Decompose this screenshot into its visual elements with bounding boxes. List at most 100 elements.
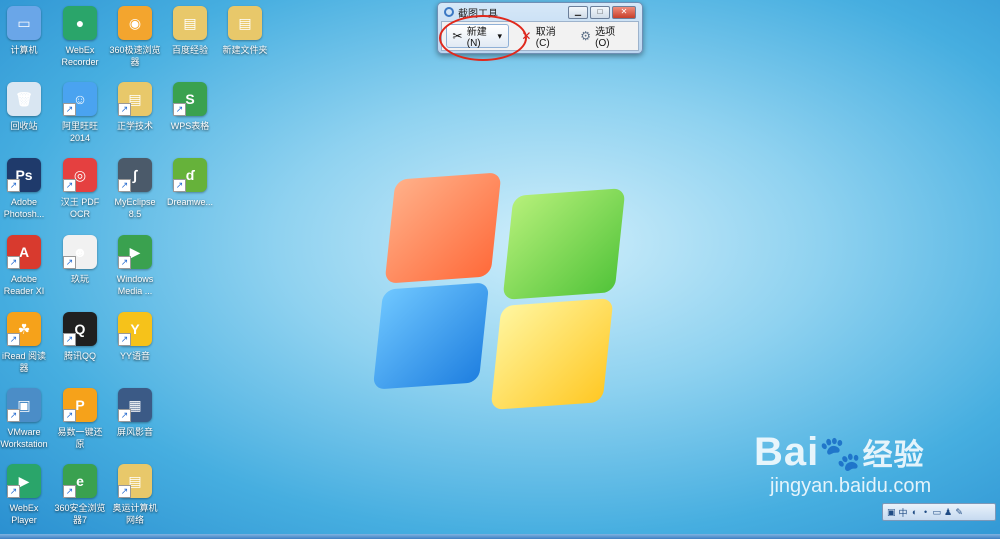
cancel-button-label: 取消(C) [535, 27, 556, 49]
windows-logo [372, 168, 632, 410]
shortcut-arrow-icon: ↗ [173, 103, 186, 116]
360-browser-desktop-item[interactable]: ◉ 360极速浏览器 [105, 0, 165, 76]
language-bar[interactable]: ▣ 中 ◐ • ▭ ♟ ✎ [882, 503, 996, 521]
desktop-item-label: 汉王 PDF OCR [60, 197, 100, 219]
desktop-item-label: Adobe Reader XI [3, 274, 45, 296]
desktop-item-label: YY语音 [119, 351, 150, 361]
myeclipse-desktop-item[interactable]: ∫ ↗ MyEclipse 8.5 [105, 152, 165, 228]
shortcut-arrow-icon: ↗ [63, 485, 76, 498]
computer-desktop-item[interactable]: ▭ 计算机 [0, 0, 54, 76]
hanwang-pdf-ocr-desktop-item[interactable]: ◎ ↗ 汉王 PDF OCR [50, 152, 110, 228]
paw-icon: 🐾 [819, 435, 863, 473]
shortcut-arrow-icon: ↗ [63, 409, 76, 422]
aliwangwang-desktop-item[interactable]: ☺ ↗ 阿里旺旺 2014 [50, 76, 110, 152]
desktop-item-label: 奥运计算机 网络 [112, 503, 158, 525]
jiuwan-desktop-item[interactable]: ☻ ↗ 玖玩 [50, 229, 110, 305]
yishu-restore-desktop-item[interactable]: P ↗ 易数一键还原 [50, 382, 110, 458]
wps-spreadsheet-desktop-item[interactable]: S ↗ WPS表格 [160, 76, 220, 152]
shortcut-arrow-icon: ↗ [63, 333, 76, 346]
webex-recorder-desktop-item[interactable]: ● WebEx Recorder [50, 0, 110, 76]
photoshop-icon: Ps ↗ [7, 158, 41, 192]
aliwangwang-icon: ☺ ↗ [63, 82, 97, 116]
folder-baidu-icon: ▤ [173, 6, 207, 40]
tray-item[interactable]: • [922, 507, 930, 517]
jiuwan-icon: ☻ ↗ [63, 235, 97, 269]
vmware-desktop-item[interactable]: ▣ ↗ VMware Workstation [0, 382, 54, 458]
shortcut-arrow-icon: ↗ [118, 409, 131, 422]
logo-pane-bottom-right [490, 298, 614, 410]
shortcut-arrow-icon: ↗ [173, 179, 186, 192]
shortcut-arrow-icon: ↗ [118, 179, 131, 192]
hanwang-pdf-ocr-icon: ◎ ↗ [63, 158, 97, 192]
folder-baidu-icon-glyph: ▤ [183, 15, 197, 31]
desktop-item-label: 腾讯QQ [63, 351, 96, 361]
desktop-item-label: WPS表格 [170, 121, 210, 131]
desktop-item-label: 易数一键还原 [57, 427, 103, 449]
yishu-restore-icon: P ↗ [63, 388, 97, 422]
webex-recorder-icon-glyph: ● [75, 15, 85, 31]
shortcut-arrow-icon: ↗ [7, 485, 20, 498]
options-button[interactable]: ⚙ 选项(O) [574, 24, 628, 49]
folder-new-icon: ▤ [228, 6, 262, 40]
360-safe-browser-icon: e ↗ [63, 464, 97, 498]
folder-network-desktop-item[interactable]: ▤ ↗ 奥运计算机 网络 [105, 458, 165, 534]
adobe-reader-desktop-item[interactable]: A ↗ Adobe Reader XI [0, 229, 54, 305]
shortcut-arrow-icon: ↗ [118, 103, 131, 116]
vmware-icon: ▣ ↗ [7, 388, 41, 422]
iread-desktop-item[interactable]: ☘ ↗ iRead 阅读器 [0, 306, 54, 382]
tray-item[interactable]: 中 [899, 506, 908, 519]
360-browser-icon: ◉ [118, 6, 152, 40]
desktop-item-label: 玖玩 [70, 274, 89, 284]
desktop-item-label: 360极速浏览器 [109, 45, 161, 67]
desktop-item-label: WebEx Recorder [61, 45, 99, 67]
dreamweaver-icon: ɗ ↗ [173, 158, 207, 192]
shortcut-arrow-icon: ↗ [118, 333, 131, 346]
shortcut-arrow-icon: ↗ [118, 256, 131, 269]
iread-icon: ☘ ↗ [7, 312, 41, 346]
folder-new-icon-glyph: ▤ [238, 15, 252, 31]
minimize-button[interactable]: ▁ [568, 6, 588, 19]
computer-icon: ▭ [7, 6, 41, 40]
webex-player-icon: ▶ ↗ [7, 464, 41, 498]
desktop-item-label: 屏风影音 [116, 427, 153, 437]
windows-media-desktop-item[interactable]: ▶ ↗ Windows Media ... [105, 229, 165, 305]
desktop-item-label: Adobe Photosh... [3, 197, 45, 219]
desktop-item-label: 新建文件夹 [222, 45, 268, 55]
photoshop-desktop-item[interactable]: Ps ↗ Adobe Photosh... [0, 152, 54, 228]
desktop-item-label: VMware Workstation [0, 427, 48, 449]
shortcut-arrow-icon: ↗ [7, 409, 20, 422]
desktop-item-label: Windows Media ... [116, 274, 154, 296]
folder-network-icon: ▤ ↗ [118, 464, 152, 498]
desktop-item-label: 正学技术 [116, 121, 153, 131]
folder-zhengxue-desktop-item[interactable]: ▤ ↗ 正学技术 [105, 76, 165, 152]
desktop: ▭ 计算机 ● WebEx Recorder ◉ 360极速浏览器 ▤ 百度经验 ▤ 新建文件夹 🗑 回… [0, 0, 1000, 539]
recycle-bin-desktop-item[interactable]: 🗑 回收站 [0, 76, 54, 152]
wps-spreadsheet-icon: S ↗ [173, 82, 207, 116]
ime-icon[interactable]: ▣ [887, 507, 896, 518]
yy-voice-desktop-item[interactable]: Y ↗ YY语音 [105, 306, 165, 382]
folder-baidu-desktop-item[interactable]: ▤ 百度经验 [160, 0, 220, 76]
tray-item[interactable]: ✎ [955, 507, 963, 518]
maximize-button[interactable]: □ [590, 6, 610, 19]
window-controls: ▁ □ ✕ [568, 6, 636, 19]
tray-item[interactable]: ♟ [944, 507, 952, 518]
tray-item[interactable]: ▭ [933, 507, 942, 518]
dreamweaver-desktop-item[interactable]: ɗ ↗ Dreamwe... [160, 152, 220, 228]
close-button[interactable]: ✕ [612, 6, 636, 19]
folder-new-desktop-item[interactable]: ▤ 新建文件夹 [215, 0, 275, 76]
logo-pane-top-left [384, 172, 502, 284]
desktop-item-label: iRead 阅读器 [1, 351, 47, 373]
shortcut-arrow-icon: ↗ [7, 179, 20, 192]
recycle-bin-icon-glyph: 🗑 [15, 91, 33, 107]
taskbar[interactable] [0, 534, 1000, 539]
desktop-item-label: 计算机 [10, 45, 38, 55]
360-safe-browser-desktop-item[interactable]: e ↗ 360安全浏览 器7 [50, 458, 110, 534]
video-player-desktop-item[interactable]: ▦ ↗ 屏风影音 [105, 382, 165, 458]
shortcut-arrow-icon: ↗ [63, 103, 76, 116]
qq-desktop-item[interactable]: Q ↗ 腾讯QQ [50, 306, 110, 382]
shortcut-arrow-icon: ↗ [7, 256, 20, 269]
webex-player-desktop-item[interactable]: ▶ ↗ WebEx Player [0, 458, 54, 534]
360-browser-icon-glyph: ◉ [128, 15, 142, 31]
webex-recorder-icon: ● [63, 6, 97, 40]
tray-item[interactable]: ◐ [911, 507, 919, 517]
